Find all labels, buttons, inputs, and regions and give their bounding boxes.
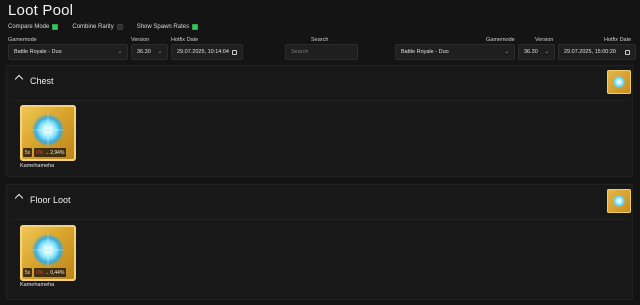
section-chest-item-thumbnail[interactable] [607, 70, 631, 94]
combine-rarity-toggle[interactable]: Combine Rarity [72, 24, 123, 30]
chevron-up-icon[interactable] [14, 74, 24, 84]
right-hotfix-date-field[interactable]: 29.07.2025, 15:00:20 [558, 44, 636, 60]
right-version-label: Version [535, 37, 554, 43]
old-rate: 0% [36, 149, 44, 156]
section-chest-title: Chest [30, 76, 54, 86]
chevron-down-icon: ⌄ [504, 49, 509, 55]
left-version-select[interactable]: 36.30 ⌄ [131, 44, 168, 60]
left-hotfix-date-field[interactable]: 29.07.2025, 10:14:04 [171, 44, 243, 60]
item-quantity-badge: 5x [23, 268, 32, 277]
item-spawn-rate-badge: 0% → 0,44% [34, 268, 67, 277]
section-chest: Chest 5x 0% → 2,94% Kamehameha [6, 65, 633, 177]
calendar-icon[interactable] [625, 49, 630, 55]
right-version-value: 36.30 [524, 49, 538, 55]
loot-item-name: Kamehameha [20, 282, 55, 288]
compare-mode-label: Compare Mode [8, 24, 50, 30]
compare-mode-toggle[interactable]: Compare Mode [8, 24, 59, 30]
left-gamemode-label: Gamemode [8, 37, 37, 43]
right-gamemode-select[interactable]: Battle Royale - Duo ⌄ [395, 44, 515, 60]
new-rate: 2,94% [50, 149, 65, 156]
kamehameha-icon [613, 195, 625, 207]
show-spawn-rates-toggle[interactable]: Show Spawn Rates [136, 24, 199, 30]
section-chest-body [11, 100, 628, 101]
item-spawn-rate-badge: 0% → 2,94% [34, 148, 67, 157]
loot-item-card[interactable]: 5x 0% → 2,94% [20, 105, 76, 161]
loot-item-card[interactable]: 5x 0% → 0,44% [20, 225, 76, 281]
search-placeholder: Search [291, 49, 309, 55]
right-gamemode-value: Battle Royale - Duo [401, 49, 449, 55]
section-floor-loot-body [11, 219, 628, 220]
new-rate: 0,44% [50, 269, 65, 276]
loot-item-name: Kamehameha [20, 163, 55, 169]
sparkle-decoration [29, 129, 67, 131]
chevron-down-icon: ⌄ [117, 49, 122, 55]
chevron-down-icon: ⌄ [544, 49, 549, 55]
view-toggles: Compare Mode Combine Rarity Show Spawn R… [8, 24, 212, 30]
section-floor-loot-item-thumbnail[interactable] [607, 189, 631, 213]
arrow-right-icon: → [44, 149, 50, 156]
old-rate: 0% [36, 269, 44, 276]
combine-rarity-label: Combine Rarity [72, 24, 114, 30]
right-version-select[interactable]: 36.30 ⌄ [518, 44, 555, 60]
search-input[interactable]: Search [285, 44, 358, 60]
chevron-down-icon: ⌄ [157, 49, 162, 55]
left-gamemode-select[interactable]: Battle Royale - Duo ⌄ [8, 44, 128, 60]
left-version-value: 36.30 [137, 49, 151, 55]
arrow-right-icon: → [44, 269, 50, 276]
left-hotfix-value: 29.07.2025, 10:14:04 [177, 49, 229, 55]
show-spawn-rates-label: Show Spawn Rates [136, 24, 190, 30]
section-floor-loot-title: Floor Loot [30, 195, 71, 205]
show-spawn-rates-checkbox[interactable] [192, 24, 199, 30]
left-hotfix-label: Hotfix Date [171, 37, 199, 43]
item-quantity-badge: 5x [23, 148, 32, 157]
right-gamemode-label: Gamemode [486, 37, 515, 43]
left-gamemode-value: Battle Royale - Duo [14, 49, 62, 55]
combine-rarity-checkbox[interactable] [116, 24, 123, 30]
left-version-label: Version [131, 37, 150, 43]
compare-mode-checkbox[interactable] [52, 24, 59, 30]
section-chest-header[interactable]: Chest [7, 66, 632, 98]
kamehameha-icon [613, 76, 625, 88]
right-hotfix-value: 29.07.2025, 15:00:20 [564, 49, 616, 55]
page-title: Loot Pool [8, 2, 74, 19]
chevron-up-icon[interactable] [14, 193, 24, 203]
sparkle-decoration [29, 249, 67, 251]
calendar-icon[interactable] [232, 49, 237, 55]
section-floor-loot: Floor Loot 5x 0% → 0,44% Kamehameha [6, 184, 633, 300]
search-label: Search [311, 37, 329, 43]
section-floor-loot-header[interactable]: Floor Loot [7, 185, 632, 217]
right-hotfix-label: Hotfix Date [604, 37, 632, 43]
